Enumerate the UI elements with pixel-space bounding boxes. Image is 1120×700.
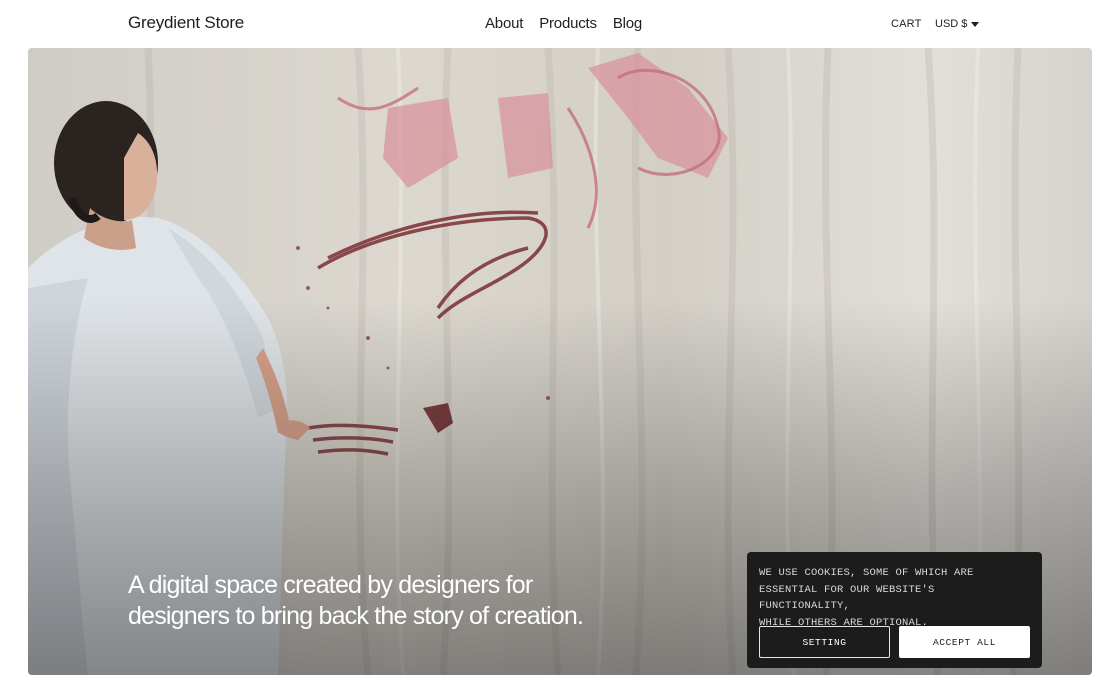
cookie-message-line1: WE USE COOKIES, SOME OF WHICH ARE	[759, 567, 974, 579]
hero-headline-line2: designers to bring back the story of cre…	[128, 602, 584, 630]
hero-headline-line1: A digital space created by designers for	[128, 571, 533, 599]
cookie-actions: SETTING ACCEPT ALL	[759, 626, 1030, 658]
cookie-accept-all-button[interactable]: ACCEPT ALL	[899, 626, 1030, 658]
currency-label: USD $	[935, 18, 968, 30]
currency-selector[interactable]: USD $	[935, 18, 980, 30]
cookie-message-line2: ESSENTIAL FOR OUR WEBSITE'S FUNCTIONALIT…	[759, 583, 935, 613]
cookie-setting-button[interactable]: SETTING	[759, 626, 890, 658]
cart-link[interactable]: CART	[891, 18, 922, 30]
nav-products[interactable]: Products	[539, 15, 597, 32]
main-nav: About Products Blog	[485, 15, 642, 32]
nav-blog[interactable]: Blog	[613, 15, 642, 32]
caret-down-icon	[971, 22, 980, 27]
brand-logo[interactable]: Greydient Store	[128, 13, 244, 33]
nav-about[interactable]: About	[485, 15, 523, 32]
cookie-banner: WE USE COOKIES, SOME OF WHICH ARE ESSENT…	[747, 552, 1042, 668]
hero-headline: A digital space created by designers for…	[128, 570, 648, 632]
site-header: Greydient Store About Products Blog CART…	[0, 0, 1120, 48]
cookie-message: WE USE COOKIES, SOME OF WHICH ARE ESSENT…	[759, 565, 1030, 631]
